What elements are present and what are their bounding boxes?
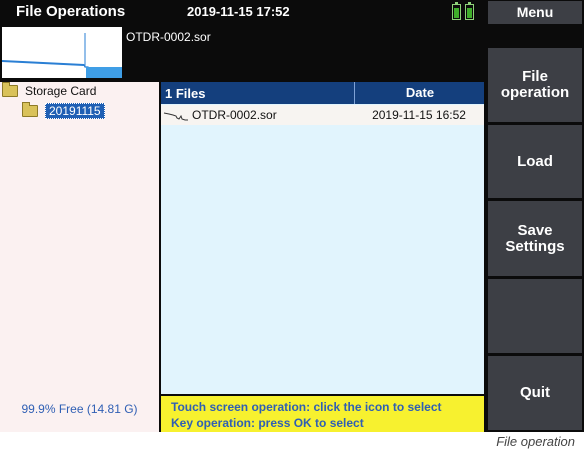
quit-button[interactable]: Quit bbox=[488, 356, 582, 430]
file-list: 1 Files Date OTDR-0002.sor 2019-11-15 16… bbox=[161, 82, 484, 394]
trace-thumbnail bbox=[2, 27, 122, 78]
column-header-date[interactable]: Date bbox=[354, 82, 485, 104]
file-operation-button[interactable]: File operation bbox=[488, 48, 582, 122]
file-date: 2019-11-15 16:52 bbox=[372, 108, 466, 122]
hint-line-touch: Touch screen operation: click the icon t… bbox=[171, 400, 442, 414]
file-name: OTDR-0002.sor bbox=[192, 108, 277, 122]
trace-preview: OTDR-0002.sor bbox=[0, 27, 486, 80]
device-screen: File Operations 2019-11-15 17:52 OTDR-00… bbox=[0, 0, 584, 432]
tree-item-label: 20191115 bbox=[45, 103, 105, 119]
load-button[interactable]: Load bbox=[488, 125, 582, 198]
battery-icon bbox=[465, 2, 474, 20]
tree-item-storage-card[interactable]: Storage Card bbox=[2, 82, 97, 98]
folder-tree: Storage Card 20191115 99.9% Free (14.81 … bbox=[0, 82, 159, 432]
figure-caption: File operation bbox=[496, 434, 575, 449]
status-bar: File Operations 2019-11-15 17:52 bbox=[0, 0, 486, 24]
hint-bar: Touch screen operation: click the icon t… bbox=[161, 396, 484, 432]
hint-line-key: Key operation: press OK to select bbox=[171, 416, 364, 430]
trace-icon bbox=[163, 108, 189, 125]
empty-soft-button[interactable] bbox=[488, 279, 582, 353]
datetime-display: 2019-11-15 17:52 bbox=[187, 4, 290, 19]
table-row[interactable]: OTDR-0002.sor 2019-11-15 16:52 bbox=[161, 105, 484, 125]
side-menu: Menu File operation Load Save Settings Q… bbox=[486, 0, 584, 432]
folder-icon bbox=[2, 82, 18, 97]
folder-icon bbox=[22, 102, 38, 117]
battery-icon bbox=[452, 2, 461, 20]
column-header-files[interactable]: 1 Files bbox=[165, 86, 205, 101]
preview-filename: OTDR-0002.sor bbox=[126, 30, 211, 44]
file-list-header: 1 Files Date bbox=[161, 82, 484, 104]
tree-item-folder[interactable]: 20191115 bbox=[22, 102, 105, 119]
free-space-label: 99.9% Free (14.81 G) bbox=[21, 402, 138, 416]
menu-heading: Menu bbox=[488, 1, 582, 24]
tree-item-label: Storage Card bbox=[25, 84, 97, 98]
page-title: File Operations bbox=[16, 3, 126, 20]
save-settings-button[interactable]: Save Settings bbox=[488, 201, 582, 276]
